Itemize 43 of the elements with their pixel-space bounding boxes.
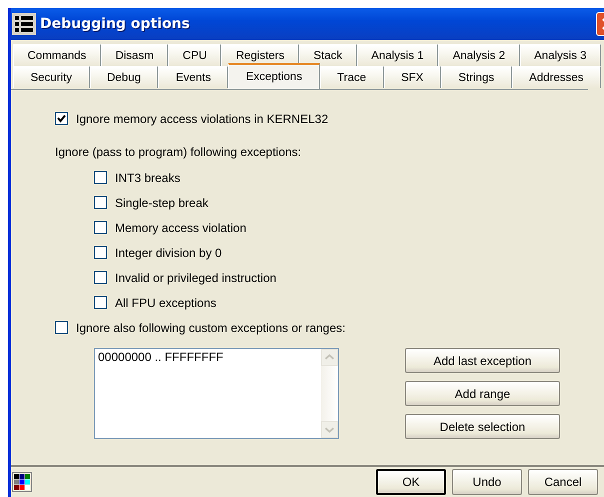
checkbox[interactable]: [94, 246, 107, 259]
checkbox-label: Single-step break: [115, 196, 208, 210]
tab[interactable]: Analysis 2: [438, 44, 520, 66]
range-list[interactable]: 00000000 .. FFFFFFFF: [94, 348, 339, 439]
checkbox-label: Invalid or privileged instruction: [115, 270, 276, 284]
tab[interactable]: CPU: [168, 44, 222, 66]
tab[interactable]: Strings: [440, 66, 512, 88]
checkbox[interactable]: [94, 196, 107, 209]
action-button[interactable]: Delete selection: [405, 414, 560, 439]
checkbox-label: Integer division by 0: [115, 246, 222, 260]
tab[interactable]: Analysis 3: [520, 44, 602, 66]
checkbox-label: INT3 breaks: [115, 170, 180, 184]
checkbox[interactable]: [94, 271, 107, 284]
tab[interactable]: Trace: [320, 66, 384, 88]
checkbox[interactable]: [94, 221, 107, 234]
checkbox-label: All FPU exceptions: [115, 296, 216, 310]
checkbox[interactable]: [55, 321, 68, 334]
checkbox-label: Memory access violation: [115, 220, 246, 234]
tab[interactable]: Exceptions: [228, 63, 320, 89]
dialog-button[interactable]: Undo: [452, 469, 522, 495]
checkbox-label: Ignore also following custom exceptions or ranges:: [76, 320, 346, 334]
section-label: Ignore (pass to program) following exceptions:: [55, 145, 302, 159]
palette-icon[interactable]: [12, 472, 32, 492]
checkbox-label: Ignore memory access violations in KERNEL32: [76, 112, 328, 126]
tab[interactable]: Security: [13, 66, 90, 88]
action-button[interactable]: Add last exception: [405, 348, 560, 373]
tab[interactable]: Events: [158, 66, 228, 88]
checkbox[interactable]: [94, 296, 107, 309]
dialog-button[interactable]: Cancel: [528, 469, 598, 495]
tab[interactable]: SFX: [384, 66, 441, 88]
window-title: Debugging options: [40, 16, 190, 32]
list-icon: [12, 13, 36, 35]
tab[interactable]: Addresses: [512, 66, 601, 88]
dialog-button[interactable]: OK: [376, 469, 446, 495]
tab[interactable]: Analysis 1: [356, 44, 438, 66]
checkbox[interactable]: [94, 171, 107, 184]
checkbox[interactable]: [55, 112, 68, 125]
tab[interactable]: Disasm: [100, 44, 168, 66]
list-item[interactable]: 00000000 .. FFFFFFFF: [98, 350, 318, 364]
tab[interactable]: Stack: [299, 44, 357, 66]
tab[interactable]: Debug: [90, 66, 158, 88]
tab[interactable]: Commands: [13, 44, 101, 66]
action-button[interactable]: Add range: [405, 381, 560, 406]
